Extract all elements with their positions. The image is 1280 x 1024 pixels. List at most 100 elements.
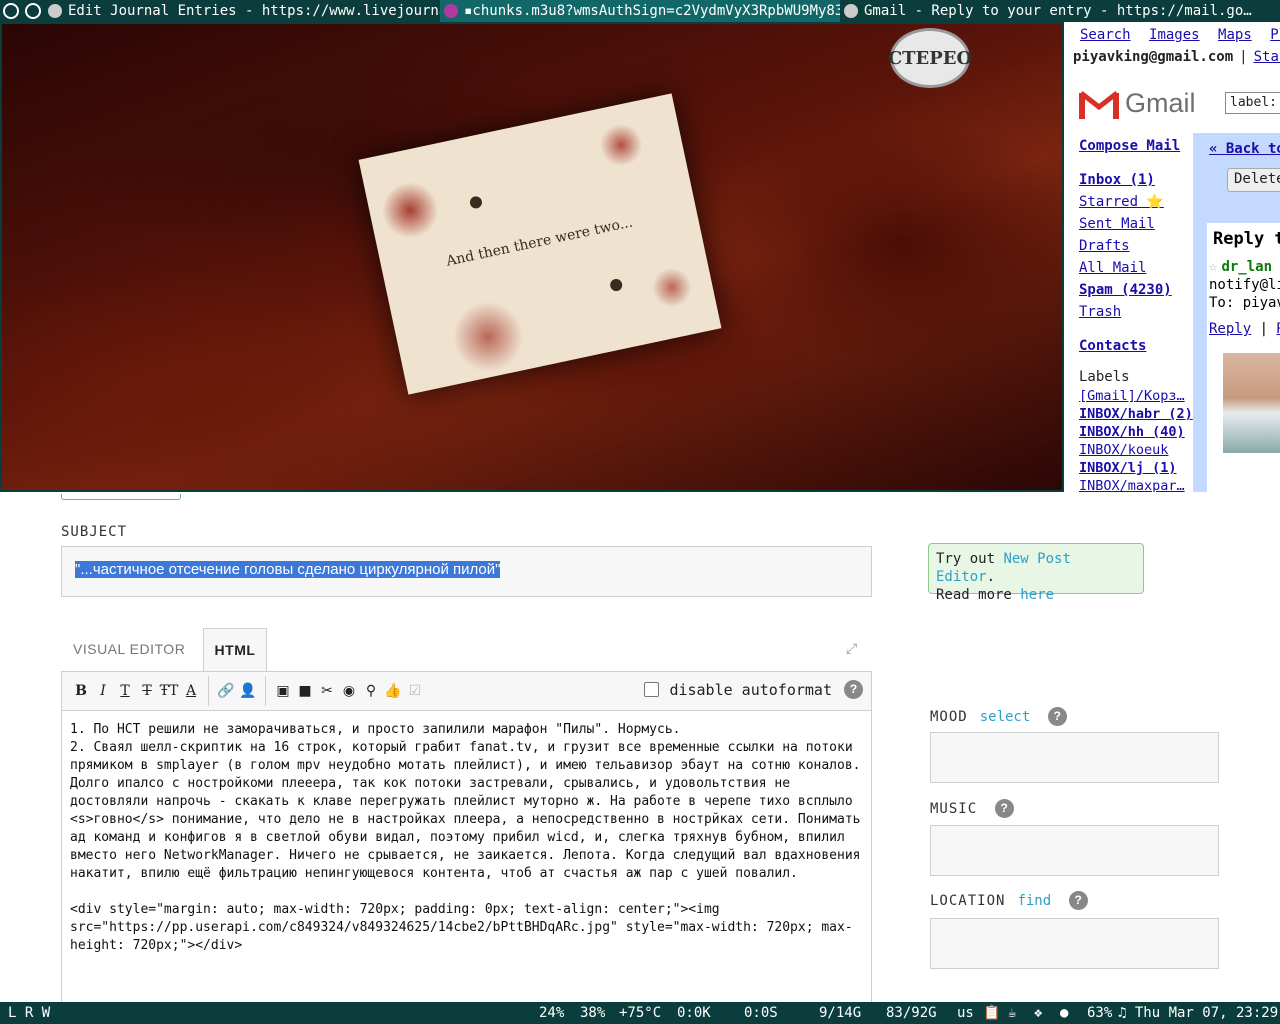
editor-toolbar: B I T T ŦT A 🔗 👤 ▣ ■ ✂ ◉ ⚲ 👍 ☑ disable a… <box>61 671 872 711</box>
message-body: Reply to ☆dr_lan notify@liv To: piyavk R… <box>1207 223 1280 492</box>
status-bar: L R W 24% 38% +75°C 0:0K 0:0S 9/14G 83/9… <box>0 1002 1280 1024</box>
subject-label: SUBJECT <box>61 524 128 540</box>
location-pin-icon[interactable]: ⚲ <box>360 683 382 699</box>
music-label: MUSIC <box>930 800 978 817</box>
reply-link[interactable]: Reply <box>1209 321 1251 337</box>
status-swap: 9/14G <box>819 1005 862 1021</box>
app-launcher-icon[interactable] <box>0 0 22 22</box>
text-color-icon[interactable]: A <box>180 683 202 699</box>
location-input[interactable] <box>930 918 1219 969</box>
avatar-tray-icon[interactable]: ● <box>1060 1005 1068 1021</box>
status-mem: 38% <box>580 1005 606 1021</box>
nav-trash[interactable]: Trash <box>1079 301 1197 323</box>
star-icon[interactable]: ☆ <box>1209 259 1217 275</box>
strikethrough-icon[interactable]: T <box>136 683 158 699</box>
nav-sent[interactable]: Sent Mail <box>1079 213 1197 235</box>
spoiler-eye-icon[interactable]: ◉ <box>338 683 360 699</box>
tab-visual-editor[interactable]: VISUAL EDITOR <box>73 628 185 672</box>
post-editor: SUBJECT "...частичное отсечение головы с… <box>0 494 1280 1002</box>
label-item[interactable]: INBOX/lj (1) <box>1079 459 1195 477</box>
music-input[interactable] <box>930 825 1219 876</box>
read-more-link[interactable]: here <box>1020 587 1054 603</box>
task-gmail[interactable]: Gmail - Reply to your entry - https://ma… <box>840 0 1258 22</box>
delete-button[interactable]: Delete <box>1227 168 1280 192</box>
nav-inbox[interactable]: Inbox (1) <box>1079 169 1197 191</box>
gmail-wordmark: Gmail <box>1125 88 1196 118</box>
video-player-window[interactable]: And then there were two... СТЕРЕО <box>0 22 1064 492</box>
toolbar-divider <box>265 676 266 706</box>
label-item[interactable]: INBOX/maxpar… <box>1079 477 1195 492</box>
app-menu-icon[interactable] <box>22 0 44 22</box>
clipboard-icon[interactable]: 📋 <box>983 1005 1000 1021</box>
link-play[interactable]: Pla <box>1270 27 1280 43</box>
labels-list: [Gmail]/Корз… INBOX/habr (2) INBOX/hh (4… <box>1079 387 1195 492</box>
underline-icon[interactable]: T <box>114 683 136 699</box>
nav-drafts[interactable]: Drafts <box>1079 235 1197 257</box>
nail <box>609 277 624 293</box>
link-images[interactable]: Images <box>1149 27 1200 43</box>
video-icon[interactable]: ■ <box>294 683 316 699</box>
label-item[interactable]: INBOX/habr (2) <box>1079 405 1195 423</box>
sender-address: notify@liv <box>1209 277 1280 293</box>
status-net: 0:0K <box>677 1005 711 1021</box>
help-icon[interactable]: ? <box>1069 891 1089 910</box>
link-search[interactable]: Search <box>1080 27 1131 43</box>
nav-spam[interactable]: Spam (4230) <box>1079 279 1197 301</box>
nav-all-mail[interactable]: All Mail <box>1079 257 1197 279</box>
help-icon[interactable]: ? <box>1048 707 1068 726</box>
music-label-row: MUSIC ? <box>930 799 1015 818</box>
label-item[interactable]: INBOX/koeuk <box>1079 441 1195 459</box>
gmail-logo[interactable]: Gmail <box>1079 88 1196 119</box>
like-icon[interactable]: 👍 <box>382 683 404 699</box>
browser-icon <box>48 4 62 18</box>
label-item[interactable]: INBOX/hh (40) <box>1079 423 1195 441</box>
subject-selected-text: "...частичное отсечение головы сделано ц… <box>75 561 501 578</box>
status-clock: ♫ Thu Mar 07, 23:29 <box>1118 1005 1279 1021</box>
nav-compose[interactable]: Compose Mail <box>1079 135 1197 157</box>
mood-select-link[interactable]: select <box>980 709 1031 725</box>
label-item[interactable]: [Gmail]/Корз… <box>1079 387 1195 405</box>
poll-icon[interactable]: ☑ <box>404 683 426 699</box>
toolbar-divider <box>208 676 209 706</box>
status-disk: 83/92G <box>886 1005 937 1021</box>
disable-autoformat-label: disable autoformat <box>669 680 832 699</box>
gmail-search-input[interactable]: label: <box>1225 92 1280 114</box>
location-find-link[interactable]: find <box>1017 893 1051 909</box>
partial-button[interactable] <box>61 494 181 500</box>
task-video-player[interactable]: ▪chunks.m3u8?wmsAuthSign=c2VydmVyX3RpbWU… <box>440 0 840 22</box>
tab-html[interactable]: HTML <box>203 628 267 672</box>
bold-icon[interactable]: B <box>70 683 92 699</box>
subject-input[interactable]: "...частичное отсечение головы сделано ц… <box>61 546 872 597</box>
back-to-inbox-link[interactable]: « Back to <box>1209 141 1280 157</box>
expand-icon[interactable]: ⤢ <box>846 640 862 656</box>
tea-icon[interactable]: ☕ <box>1008 1005 1016 1021</box>
mood-input[interactable] <box>930 732 1219 783</box>
post-body-textarea[interactable]: 1. По НСТ решили не заморачиваться, и пр… <box>61 711 872 1002</box>
help-icon[interactable]: ? <box>995 799 1015 818</box>
link-starred-partial[interactable]: Star <box>1254 49 1280 65</box>
user-icon[interactable]: 👤 <box>237 683 259 699</box>
gmail-window: Search Images Maps Pla piyavking@gmail.c… <box>1066 22 1280 492</box>
text-size-icon[interactable]: ŦT <box>158 683 180 699</box>
browser-icon <box>844 4 858 18</box>
message-actions: Reply | Re <box>1209 321 1280 337</box>
status-temp: +75°C <box>619 1005 662 1021</box>
gmail-m-icon <box>1079 89 1119 119</box>
reply-all-link[interactable]: Re <box>1276 321 1280 337</box>
nav-contacts[interactable]: Contacts <box>1079 335 1197 357</box>
italic-icon[interactable]: I <box>92 683 114 699</box>
help-icon[interactable]: ? <box>844 680 863 699</box>
mood-label-row: MOOD select ? <box>930 707 1068 726</box>
cut-icon[interactable]: ✂ <box>316 683 338 699</box>
message-panel: « Back to Delete Reply to ☆dr_lan notify… <box>1193 133 1280 492</box>
disable-autoformat-checkbox[interactable] <box>644 682 660 697</box>
link-maps[interactable]: Maps <box>1218 27 1252 43</box>
dropbox-icon[interactable]: ❖ <box>1034 1005 1042 1021</box>
new-editor-promo: Try out New Post Editor. Read more here <box>928 543 1144 603</box>
nav-starred[interactable]: Starred ⭐ <box>1079 191 1197 213</box>
task-livejournal[interactable]: Edit Journal Entries - https://www.livej… <box>44 0 440 22</box>
link-icon[interactable]: 🔗 <box>215 683 237 699</box>
status-lrw: L R W <box>8 1005 51 1021</box>
image-icon[interactable]: ▣ <box>272 683 294 699</box>
status-io: 0:0S <box>744 1005 778 1021</box>
